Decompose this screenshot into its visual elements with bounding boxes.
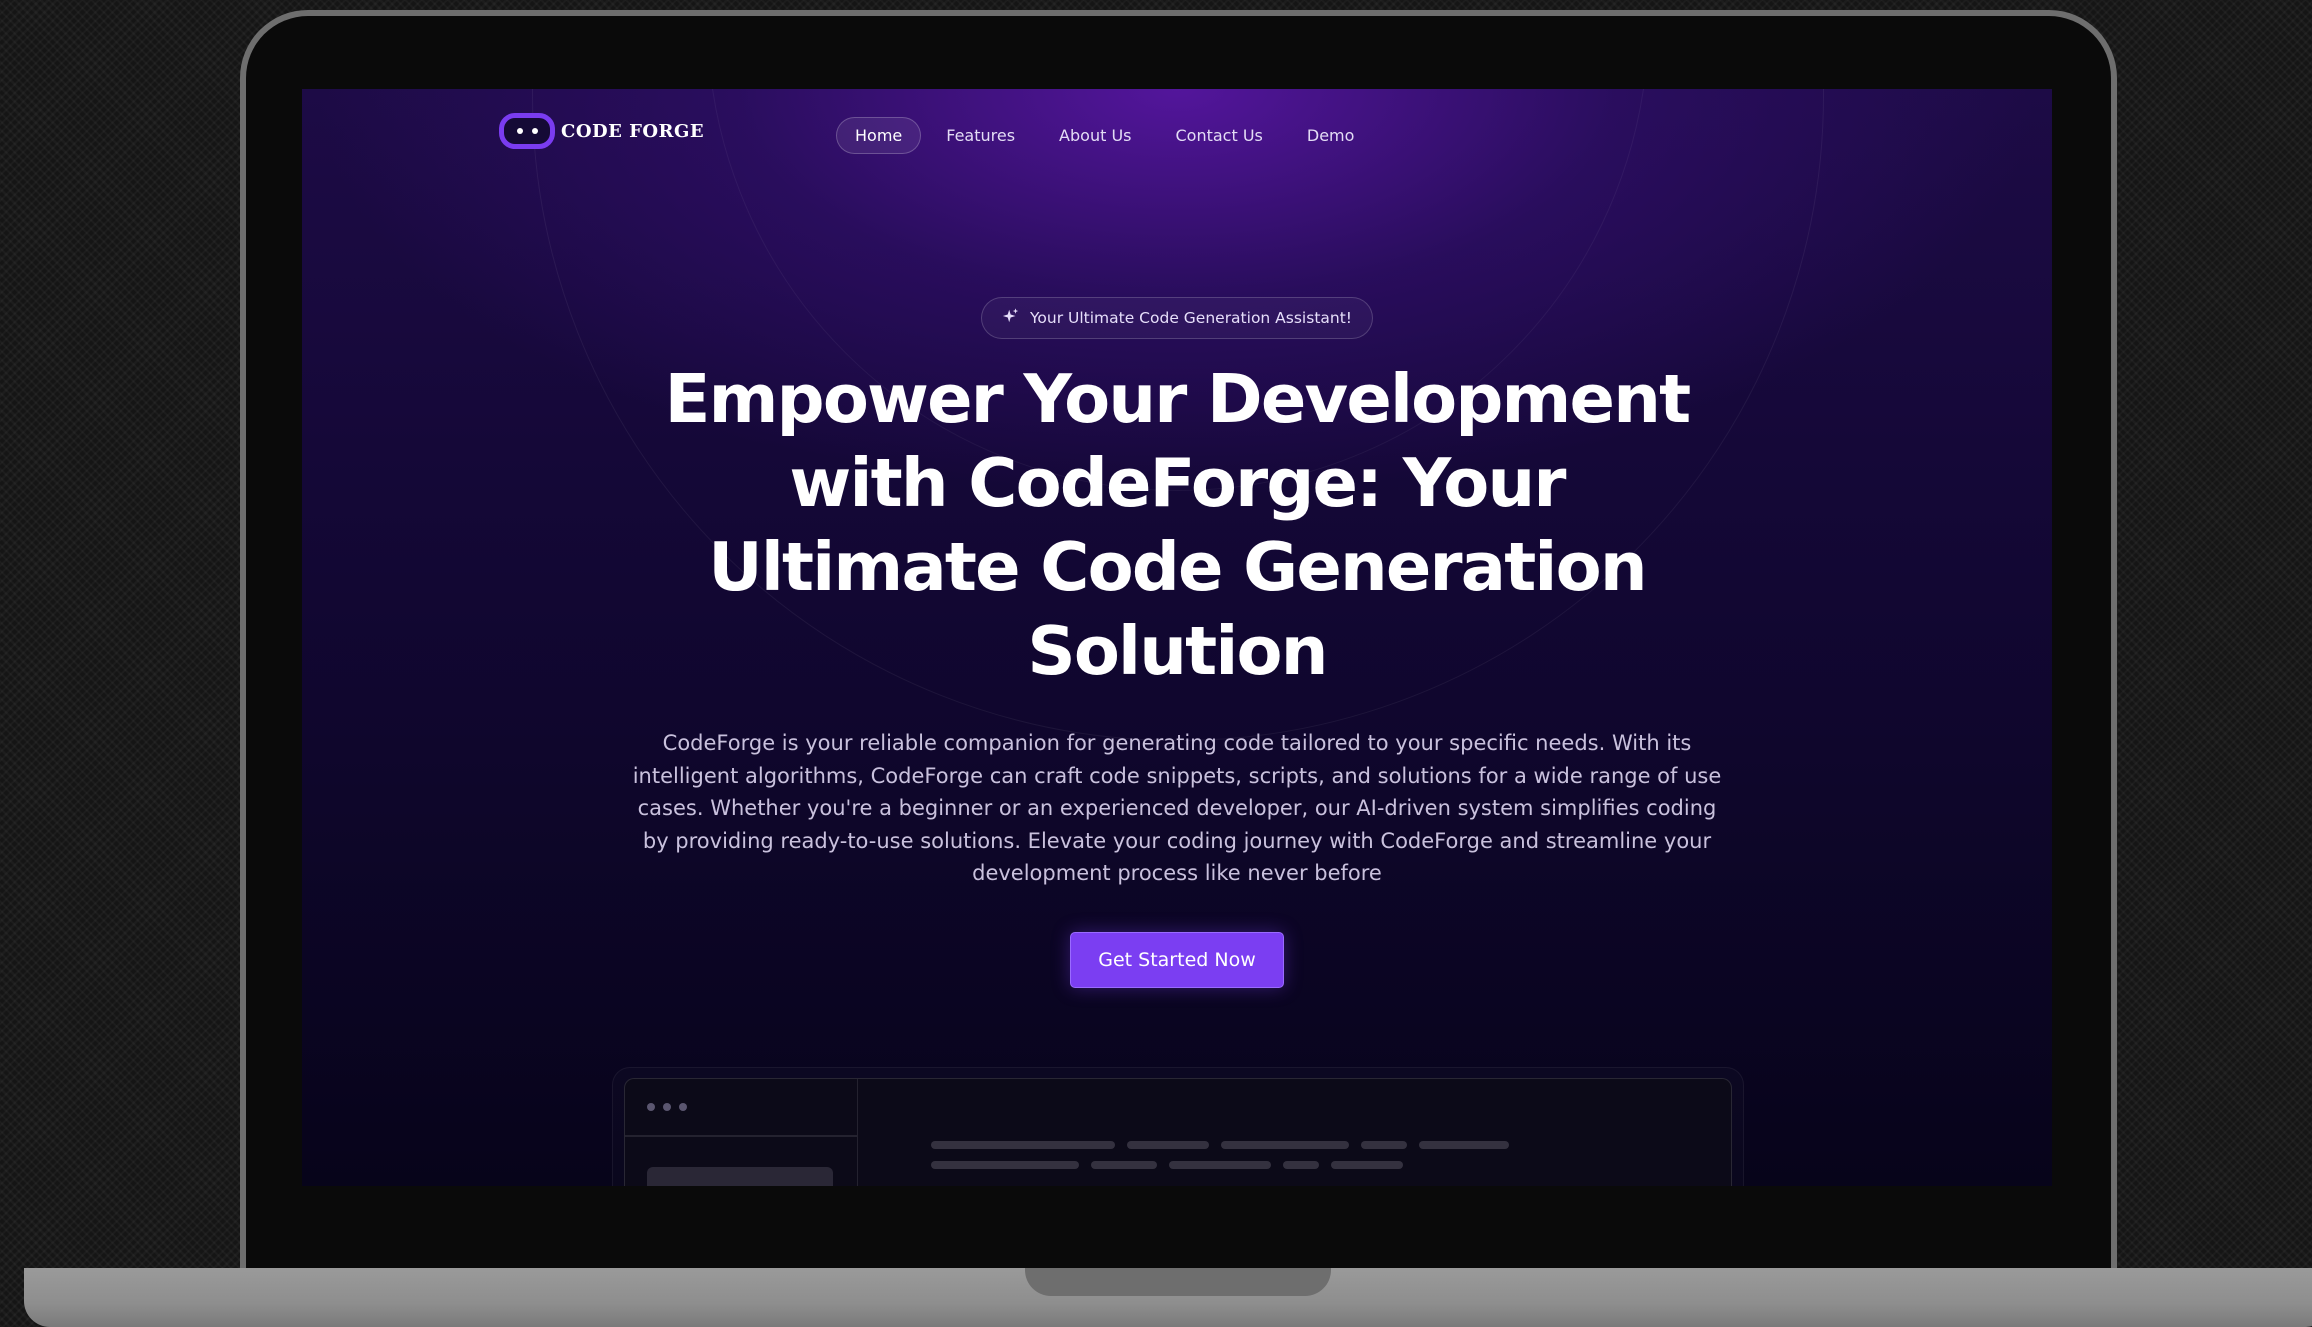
logo[interactable]: CODE FORGE [499,113,704,149]
placeholder-line [931,1141,1115,1149]
website-screen: CODE FORGE Home Features About Us Contac… [302,89,2052,1186]
headline-line: Ultimate Code Generation [708,528,1647,606]
sparkle-icon [1002,307,1020,329]
brand-name: CODE FORGE [561,120,705,142]
placeholder-line [1221,1141,1349,1149]
placeholder-line [1169,1161,1271,1169]
main-nav: Home Features About Us Contact Us Demo [836,117,1373,154]
nav-features[interactable]: Features [927,117,1034,154]
robot-logo-icon [499,113,555,149]
placeholder-line [1331,1161,1403,1169]
placeholder-line [1419,1141,1509,1149]
preview-sidebar [625,1079,858,1186]
nav-about-us[interactable]: About Us [1040,117,1150,154]
badge-text: Your Ultimate Code Generation Assistant! [1029,309,1353,327]
placeholder-line [1127,1141,1209,1149]
headline-line: Solution [1027,612,1328,690]
headline-line: with CodeForge: Your [789,444,1566,522]
preview-divider [625,1135,857,1137]
app-preview [624,1078,1732,1186]
hero-description: CodeForge is your reliable companion for… [632,731,1722,885]
nav-demo[interactable]: Demo [1288,117,1374,154]
nav-contact-us[interactable]: Contact Us [1156,117,1281,154]
placeholder-line [931,1161,1079,1169]
preview-sidebar-block [647,1167,833,1186]
hero-headline: Empower Your Development with CodeForge:… [642,357,1712,693]
tagline-badge: Your Ultimate Code Generation Assistant! [980,297,1374,339]
placeholder-line [1283,1161,1319,1169]
headline-line: Empower Your Development [664,360,1691,438]
window-dots-icon [647,1103,687,1111]
nav-home[interactable]: Home [836,117,922,154]
placeholder-line [1091,1161,1157,1169]
get-started-button[interactable]: Get Started Now [1070,932,1284,988]
placeholder-line [1361,1141,1407,1149]
laptop-notch [1025,1268,1331,1296]
